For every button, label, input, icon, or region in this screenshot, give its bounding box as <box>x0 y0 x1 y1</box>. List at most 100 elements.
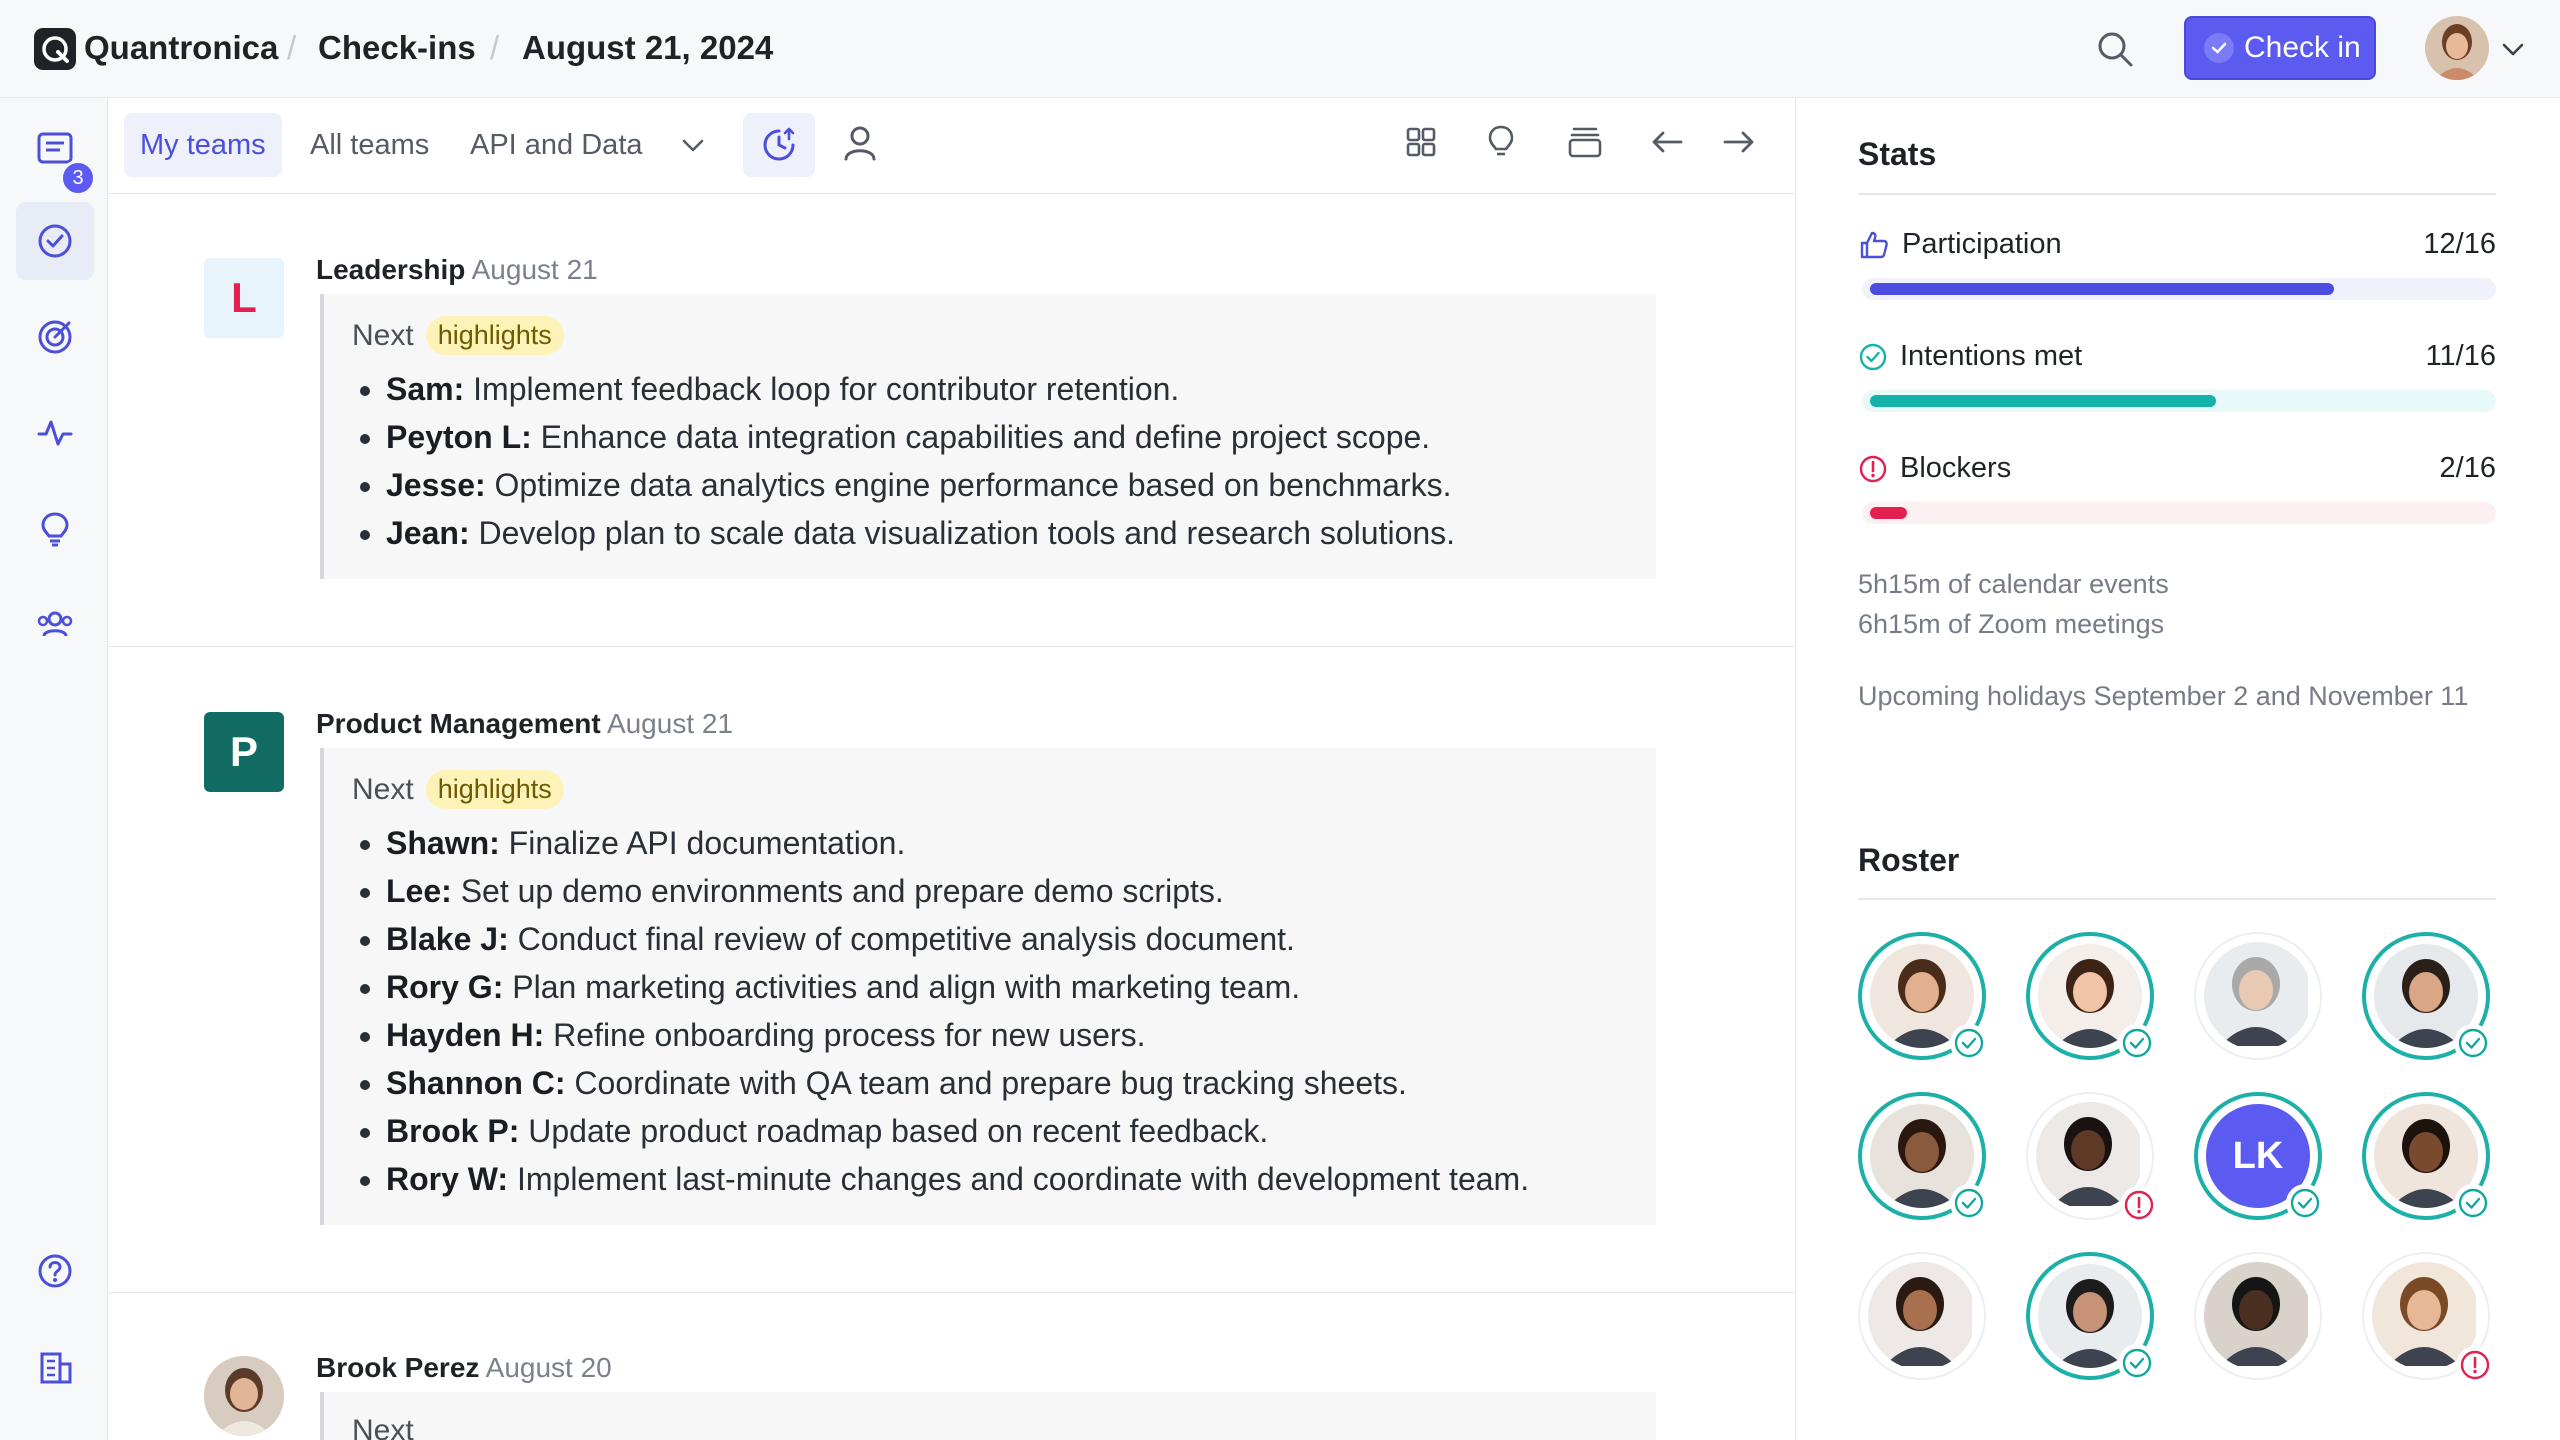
sidebar-item-help[interactable] <box>16 1232 94 1310</box>
participation-progress-fill <box>1870 283 2334 295</box>
list-item: Blake J: Conduct final review of competi… <box>386 915 1624 963</box>
roster-avatar[interactable] <box>2362 1092 2492 1222</box>
check-circle-icon <box>1950 1024 1988 1062</box>
breadcrumb-checkins[interactable]: Check-ins <box>318 27 476 69</box>
roster-avatar[interactable] <box>2026 1252 2156 1382</box>
divider <box>1858 898 2496 900</box>
avatar-photo <box>1868 1262 1976 1370</box>
avatar-photo <box>2204 942 2312 1050</box>
lightbulb-icon <box>36 510 74 548</box>
member-name: Lee: <box>386 873 452 909</box>
team-name[interactable]: Product Management <box>316 708 601 739</box>
check-circle-icon <box>2118 1024 2156 1062</box>
chevron-down-icon[interactable] <box>679 131 707 159</box>
intention-text: Update product roadmap based on recent f… <box>519 1113 1269 1149</box>
app-name[interactable]: Quantronica <box>84 27 278 69</box>
roster-avatar[interactable] <box>1858 932 1988 1062</box>
search-icon[interactable] <box>2096 30 2134 68</box>
entry-date: August 20 <box>485 1352 612 1383</box>
archive-icon[interactable] <box>1566 123 1604 161</box>
intention-text: Enhance data integration capabilities an… <box>531 419 1431 455</box>
roster-avatar[interactable] <box>2194 932 2322 1060</box>
roster-avatar[interactable] <box>2026 932 2156 1062</box>
quantronica-logo-icon[interactable] <box>34 28 76 70</box>
stat-label-group: Intentions met <box>1858 340 2082 373</box>
tab-my-teams[interactable]: My teams <box>124 113 282 177</box>
sidebar-item-ideas[interactable] <box>16 490 94 568</box>
participation-progress-bar <box>1862 278 2496 300</box>
divider <box>1858 193 2496 195</box>
check-circle-icon <box>1858 342 1888 372</box>
team-avatar[interactable]: L <box>204 258 284 338</box>
list-item: Shannon C: Coordinate with QA team and p… <box>386 1059 1624 1107</box>
tab-api-and-data[interactable]: API and Data <box>454 113 659 177</box>
intentions-progress-bar <box>1862 390 2496 412</box>
roster-avatar[interactable] <box>2362 1252 2494 1384</box>
team-name[interactable]: Leadership <box>316 254 465 285</box>
stat-label-group: Blockers <box>1858 452 2011 485</box>
list-item: Sam: Implement feedback loop for contrib… <box>386 365 1624 413</box>
divider <box>108 646 1794 647</box>
roster-avatar[interactable] <box>1858 1252 1986 1380</box>
alert-circle-icon <box>1858 454 1888 484</box>
intentions-progress-fill <box>1870 395 2216 407</box>
checkin-card: Next highlights Sam: Implement feedback … <box>320 294 1656 579</box>
person-avatar[interactable] <box>204 1356 284 1436</box>
people-icon <box>35 606 75 644</box>
stat-intentions-met: Intentions met 11/16 <box>1858 340 2496 373</box>
breadcrumb-separator: / <box>490 29 500 66</box>
next-heading: Next highlights <box>352 770 1624 809</box>
stat-label: Blockers <box>1900 452 2012 484</box>
notification-badge: 3 <box>60 160 96 196</box>
roster-avatar[interactable] <box>2194 1252 2322 1380</box>
list-item: Rory W: Implement last-minute changes an… <box>386 1155 1624 1203</box>
list-item: Hayden H: Refine onboarding process for … <box>386 1011 1624 1059</box>
team-avatar[interactable]: P <box>204 712 284 792</box>
list-item: Peyton L: Enhance data integration capab… <box>386 413 1624 461</box>
roster-avatar[interactable] <box>1858 1092 1988 1222</box>
person-name[interactable]: Brook Perez <box>316 1352 479 1383</box>
recent-activity-button[interactable] <box>743 113 815 177</box>
left-sidebar: 3 <box>0 98 108 1440</box>
member-name: Peyton L: <box>386 419 532 455</box>
grid-view-icon[interactable] <box>1402 123 1440 161</box>
target-icon <box>36 318 74 356</box>
stats-title: Stats <box>1858 136 1937 172</box>
breadcrumb-date[interactable]: August 21, 2024 <box>522 27 773 69</box>
alert-circle-icon <box>2456 1346 2494 1384</box>
sidebar-item-feed[interactable]: 3 <box>16 110 96 196</box>
tab-all-teams[interactable]: All teams <box>294 113 445 177</box>
blockers-progress-bar <box>1862 502 2496 524</box>
member-name: Rory W: <box>386 1161 509 1197</box>
member-name: Hayden H: <box>386 1017 545 1053</box>
roster-avatar[interactable] <box>2026 1092 2158 1224</box>
intention-text: Plan marketing activities and align with… <box>503 969 1301 1005</box>
sidebar-item-pulse[interactable] <box>16 394 94 472</box>
stat-label: Participation <box>1902 228 2062 260</box>
lightbulb-icon[interactable] <box>1482 123 1520 161</box>
entry-header: Brook Perez August 20 <box>316 1351 612 1385</box>
chevron-down-icon[interactable] <box>2500 36 2526 62</box>
sidebar-item-company[interactable] <box>16 1328 94 1406</box>
member-name: Jesse: <box>386 467 486 503</box>
sidebar-item-goals[interactable] <box>16 298 94 376</box>
member-name: Shannon C: <box>386 1065 566 1101</box>
arrow-left-icon[interactable] <box>1648 123 1686 161</box>
arrow-right-icon[interactable] <box>1720 123 1758 161</box>
sidebar-item-checkins[interactable] <box>16 202 94 280</box>
intention-text: Conduct final review of competitive anal… <box>508 921 1295 957</box>
entry-header: Product Management August 21 <box>316 707 733 741</box>
user-avatar[interactable] <box>2425 16 2489 80</box>
check-circle-icon <box>2286 1184 2324 1222</box>
next-heading: Next <box>352 1414 1624 1440</box>
intention-text: Finalize API documentation. <box>499 825 906 861</box>
roster-avatar[interactable]: LK <box>2194 1092 2324 1222</box>
check-in-button[interactable]: Check in <box>2184 16 2376 80</box>
check-circle-icon <box>2118 1344 2156 1382</box>
next-heading: Next highlights <box>352 316 1624 355</box>
roster-avatar[interactable] <box>2362 932 2492 1062</box>
member-name: Sam: <box>386 371 465 407</box>
sidebar-item-people[interactable] <box>16 586 94 664</box>
person-icon[interactable] <box>841 123 879 163</box>
member-name: Jean: <box>386 515 470 551</box>
